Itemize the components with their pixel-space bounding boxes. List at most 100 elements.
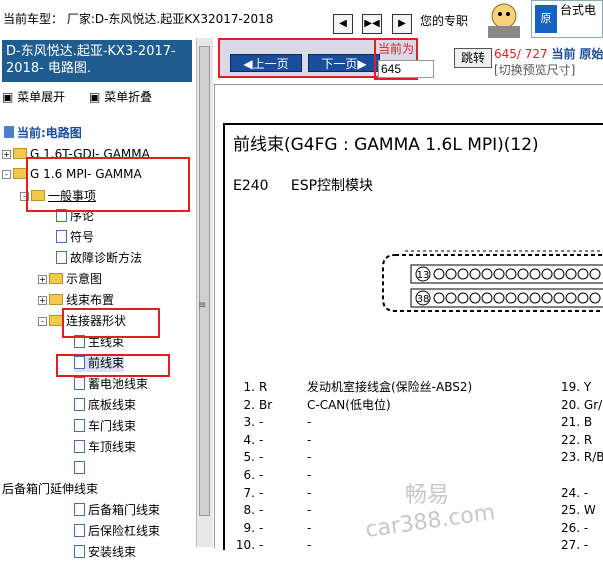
document-view: 前线束(G4FG : GAMMA 1.6L MPI)(12) E240 ESP控… xyxy=(214,84,603,552)
nav-first-button[interactable]: ◀ xyxy=(333,14,353,34)
next-page-button[interactable]: 下一页▶ xyxy=(308,54,380,72)
panel-title: D-东风悦达.起亚-KX3-2017-2018- 电路图. xyxy=(2,40,192,82)
prev-page-button[interactable]: ◀上一页 xyxy=(230,54,302,72)
pin-wire-color: - xyxy=(583,520,589,535)
pin-description: - xyxy=(307,415,312,430)
nav-fit-button[interactable]: ▶◀ xyxy=(362,14,382,34)
pin-number: 7. xyxy=(243,485,255,500)
pin-number: 8. xyxy=(243,503,255,518)
tree-item-tailgate-ext-harness[interactable]: 后备箱门延伸线束 xyxy=(2,480,98,498)
pin-wire-color: - xyxy=(259,415,264,430)
tree-item-floor-harness[interactable]: 底板线束 xyxy=(74,396,136,414)
expand-icon[interactable]: + xyxy=(2,150,11,159)
menu-expand-link[interactable]: ▣ 菜单展开 xyxy=(2,90,75,104)
collapse-icon[interactable]: - xyxy=(2,170,11,179)
left-panel: D-东风悦达.起亚-KX3-2017-2018- 电路图. ▣ 菜单展开 ▣ 菜… xyxy=(0,38,213,559)
pin-number: 2. xyxy=(243,397,255,412)
current-page-input[interactable] xyxy=(378,60,434,78)
pin-number: 1. xyxy=(243,380,255,394)
page-info: 645/ 727 当前 原始 xyxy=(494,47,603,61)
pin-description: - xyxy=(307,485,312,500)
pin-row: 2. Br C-CAN(低电位) xyxy=(233,397,391,414)
tree-item-blank[interactable] xyxy=(74,459,88,477)
tree-item-harness-layout[interactable]: + 线束布置 xyxy=(38,291,114,309)
pin-row: 10. - - xyxy=(233,537,311,554)
tree-item-roof-harness[interactable]: 车顶线束 xyxy=(74,438,136,456)
tree-item-schematic[interactable]: + 示意图 xyxy=(38,270,102,288)
pin-row: 4. - - xyxy=(233,432,312,449)
pin-number: 26. xyxy=(561,520,584,535)
pin-wire-color: R xyxy=(259,380,268,394)
document-icon xyxy=(56,230,67,243)
ad-logo: 原 xyxy=(535,5,557,33)
pin-number: 20. xyxy=(561,397,584,412)
expand-icon[interactable]: + xyxy=(38,275,47,284)
pin-row: 6. - - xyxy=(233,467,312,484)
pin-wire-color: - xyxy=(583,538,589,553)
tree-item-install-harness[interactable]: 安装线束 xyxy=(74,543,136,561)
folder-icon xyxy=(13,148,27,159)
tree-item-symbols[interactable]: 符号 xyxy=(56,228,94,246)
splitter-handle-icon[interactable]: ≡ xyxy=(198,300,206,311)
tree-item-battery-harness[interactable]: 蓄电池线束 xyxy=(74,375,148,393)
pin-row: 19. Y xyxy=(561,379,591,396)
watermark-text: 畅易 xyxy=(405,483,450,508)
tree-scrollbar[interactable] xyxy=(196,38,213,547)
tree-item-rear-bumper-harness[interactable]: 后保险杠线束 xyxy=(74,522,160,540)
pin-number: 25. xyxy=(561,503,584,518)
pin-description: - xyxy=(307,520,312,535)
pin-number: 21. xyxy=(561,415,584,430)
pin-row: 20. Gr/ xyxy=(561,397,602,414)
pin-row: 26. - xyxy=(561,520,588,537)
jump-button[interactable]: 跳转 xyxy=(454,48,492,68)
pin-row: 5. - - xyxy=(233,449,312,466)
folder-icon xyxy=(49,273,63,284)
pin-13-label: 13 xyxy=(417,270,430,281)
pin-row: 3. - - xyxy=(233,414,312,431)
nav-next-button[interactable]: ▶ xyxy=(392,14,412,34)
folder-icon xyxy=(13,168,27,179)
highlight-box xyxy=(62,308,160,338)
ad-banner[interactable]: 原 台式电 xyxy=(531,0,603,38)
tree-item-diagnosis[interactable]: 故障诊断方法 xyxy=(56,249,142,267)
pin-row: 22. R xyxy=(561,432,592,449)
folder-icon xyxy=(49,294,63,305)
pin-description: - xyxy=(307,450,312,465)
pin-wire-color: Br xyxy=(259,397,273,412)
tree-item-door-harness[interactable]: 车门线束 xyxy=(74,417,136,435)
pin-wire-color: - xyxy=(259,485,264,500)
pin-row: 9. - - xyxy=(233,520,312,537)
document-page: 前线束(G4FG : GAMMA 1.6L MPI)(12) E240 ESP控… xyxy=(223,123,603,552)
document-icon xyxy=(74,398,85,411)
pin-description: 发动机室接线盒(保险丝-ABS2) xyxy=(307,380,473,394)
pin-row: 27. - xyxy=(561,537,588,554)
pin-wire-color: Y xyxy=(583,380,592,394)
expand-icon[interactable]: + xyxy=(38,296,47,305)
module-label: E240 ESP控制模块 xyxy=(233,178,374,194)
pin-number: 3. xyxy=(243,415,255,430)
pin-number: 22. xyxy=(561,432,584,447)
pin-description: - xyxy=(307,538,312,553)
document-icon xyxy=(74,440,85,453)
tree-current: 当前:电路图 xyxy=(4,124,82,142)
pin-description: C-CAN(低电位) xyxy=(307,397,391,412)
vehicle-info: 当前车型： 厂家:D-东风悦达.起亚KX32017-2018 xyxy=(3,12,274,26)
pin-description: - xyxy=(307,503,312,518)
pin-wire-color: - xyxy=(583,485,589,500)
pin-wire-color: Gr/ xyxy=(583,397,603,412)
toggle-preview-size-link[interactable]: [切换预览尺寸] xyxy=(494,61,575,78)
pin-row: 25. W xyxy=(561,502,596,519)
top-bar: 当前车型： 厂家:D-东风悦达.起亚KX32017-2018 ◀ ▶◀ ▶ 您的… xyxy=(0,0,603,38)
menu-collapse-link[interactable]: ▣ 菜单折叠 xyxy=(89,90,162,104)
scrollbar-thumb[interactable] xyxy=(199,46,210,516)
pin-row: 24. - xyxy=(561,485,588,502)
tree-item-tailgate-harness[interactable]: 后备箱门线束 xyxy=(74,501,160,519)
pin-row: 21. B xyxy=(561,414,592,431)
collapse-icon[interactable]: - xyxy=(38,317,47,326)
map-icon xyxy=(4,126,14,138)
pin-wire-color: - xyxy=(259,450,264,465)
pin-description: - xyxy=(307,432,312,447)
mascot-image xyxy=(488,3,520,38)
pin-number: 6. xyxy=(243,468,255,482)
document-icon xyxy=(74,419,85,432)
